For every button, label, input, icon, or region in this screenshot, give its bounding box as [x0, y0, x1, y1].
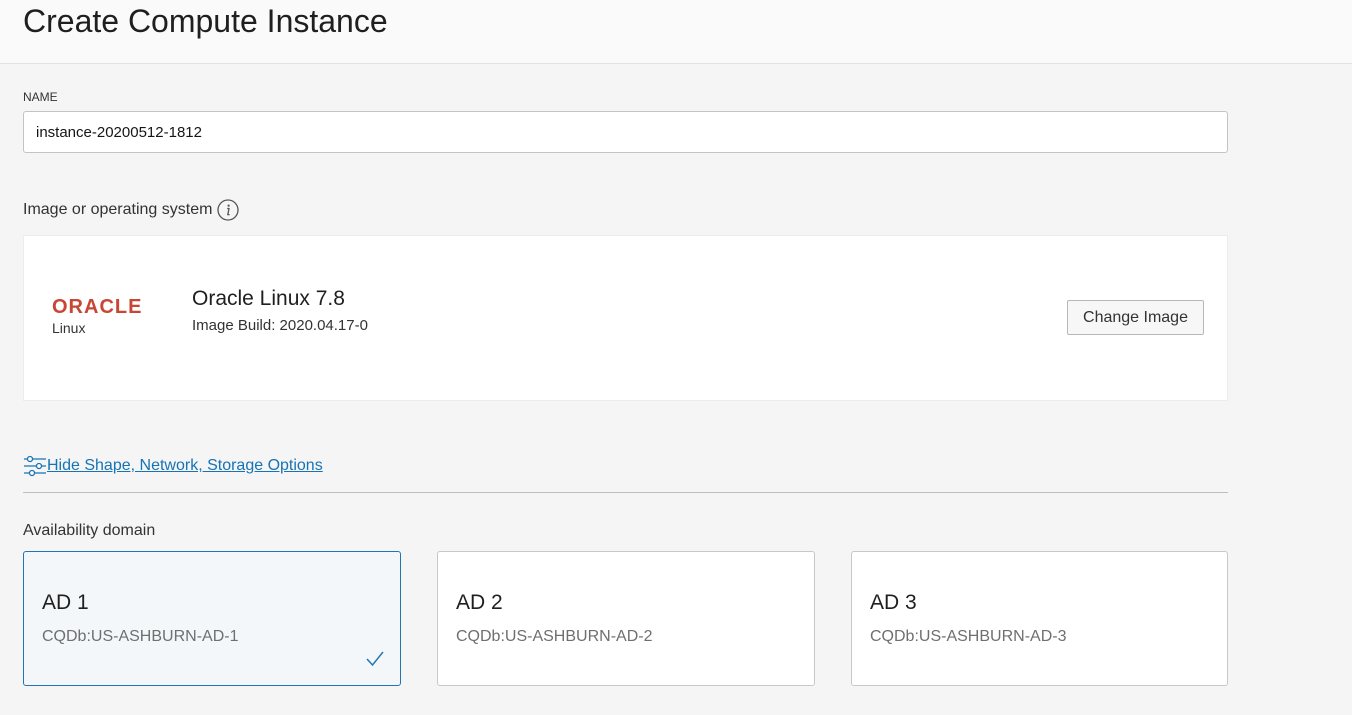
change-image-button[interactable]: Change Image — [1067, 300, 1204, 335]
options-toggle-link[interactable]: Hide Shape, Network, Storage Options — [23, 455, 323, 477]
oracle-logo-word: ORACLE — [52, 296, 143, 318]
sliders-icon — [23, 455, 47, 477]
ad-option-2[interactable]: AD 2 CQDb:US-ASHBURN-AD-2 — [437, 551, 815, 686]
image-section-header: Image or operating system — [23, 199, 240, 221]
ad-title: AD 3 — [870, 591, 917, 614]
image-name: Oracle Linux 7.8 — [192, 287, 345, 310]
ad-subtitle: CQDb:US-ASHBURN-AD-3 — [870, 628, 1067, 645]
info-icon[interactable] — [217, 199, 240, 221]
checkmark-icon — [365, 650, 385, 668]
page-header: Create Compute Instance — [0, 0, 1352, 64]
availability-domain-label: Availability domain — [23, 522, 156, 539]
options-toggle-label[interactable]: Hide Shape, Network, Storage Options — [47, 457, 323, 475]
ad-subtitle: CQDb:US-ASHBURN-AD-1 — [42, 628, 239, 645]
ad-option-1[interactable]: AD 1 CQDb:US-ASHBURN-AD-1 — [23, 551, 401, 686]
oracle-linux-logo: ORACLE Linux — [52, 296, 172, 336]
name-label: NAME — [23, 90, 58, 104]
section-divider — [23, 492, 1228, 493]
name-input[interactable] — [23, 111, 1228, 153]
ad-title: AD 2 — [456, 591, 503, 614]
ad-title: AD 1 — [42, 591, 89, 614]
ad-subtitle: CQDb:US-ASHBURN-AD-2 — [456, 628, 653, 645]
image-section-label: Image or operating system — [23, 201, 213, 218]
oracle-logo-sub: Linux — [52, 320, 86, 336]
image-build: Image Build: 2020.04.17-0 — [192, 317, 368, 334]
image-card: ORACLE Linux Oracle Linux 7.8 Image Buil… — [23, 235, 1228, 401]
ad-option-3[interactable]: AD 3 CQDb:US-ASHBURN-AD-3 — [851, 551, 1228, 686]
page-title: Create Compute Instance — [23, 3, 388, 39]
